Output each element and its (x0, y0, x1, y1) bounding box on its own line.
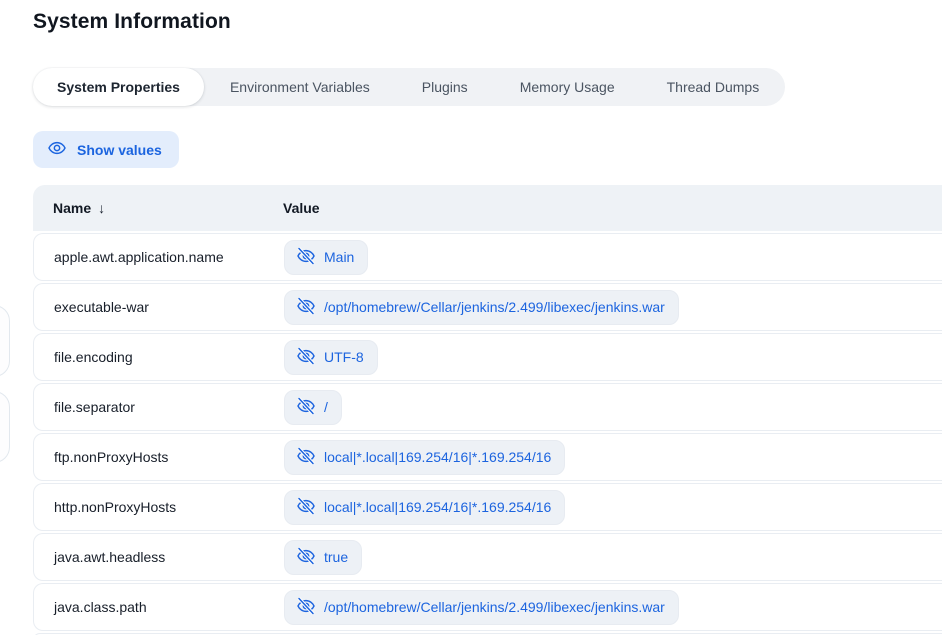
property-value: true (324, 549, 348, 565)
table-row: java.awt.headless true (33, 533, 942, 581)
system-properties-table: Name ↓ Value apple.awt.application.name … (33, 185, 942, 635)
hidden-value-reveal-button[interactable]: local|*.local|169.254/16|*.169.254/16 (284, 440, 565, 475)
tab-plugins[interactable]: Plugins (396, 68, 494, 106)
hidden-value-reveal-button[interactable]: true (284, 540, 362, 575)
property-name: java.awt.headless (34, 549, 284, 565)
tab-environment-variables[interactable]: Environment Variables (204, 68, 396, 106)
property-name: executable-war (34, 299, 284, 315)
hidden-value-reveal-button[interactable]: /opt/homebrew/Cellar/jenkins/2.499/libex… (284, 290, 679, 325)
table-row: java.class.path /opt/homebrew/Cellar/jen… (33, 583, 942, 631)
property-value: local|*.local|169.254/16|*.169.254/16 (324, 499, 551, 515)
left-edge-panel-fragment (0, 305, 10, 377)
table-row: file.encoding UTF-8 (33, 333, 942, 381)
column-header-value[interactable]: Value (283, 200, 320, 216)
property-value: / (324, 399, 328, 415)
system-information-page: System Information System PropertiesEnvi… (0, 0, 942, 635)
eye-off-icon (296, 296, 316, 319)
show-values-label: Show values (77, 142, 162, 158)
property-value: Main (324, 249, 354, 265)
hidden-value-reveal-button[interactable]: /opt/homebrew/Cellar/jenkins/2.499/libex… (284, 590, 679, 625)
hidden-value-reveal-button[interactable]: UTF-8 (284, 340, 378, 375)
left-edge-panel-fragment (0, 391, 10, 463)
hidden-value-reveal-button[interactable]: local|*.local|169.254/16|*.169.254/16 (284, 490, 565, 525)
property-value: local|*.local|169.254/16|*.169.254/16 (324, 449, 551, 465)
property-value: /opt/homebrew/Cellar/jenkins/2.499/libex… (324, 599, 665, 615)
property-value: /opt/homebrew/Cellar/jenkins/2.499/libex… (324, 299, 665, 315)
table-row: executable-war /opt/homebrew/Cellar/jenk… (33, 283, 942, 331)
table-body: apple.awt.application.name Main executab… (33, 231, 942, 635)
table-row: file.separator / (33, 383, 942, 431)
property-name: http.nonProxyHosts (34, 499, 284, 515)
eye-off-icon (296, 596, 316, 619)
property-name: java.class.path (34, 599, 284, 615)
sort-descending-icon: ↓ (98, 200, 105, 216)
eye-off-icon (296, 246, 316, 269)
hidden-value-reveal-button[interactable]: / (284, 390, 342, 425)
column-value-label: Value (283, 200, 320, 216)
column-header-name[interactable]: Name ↓ (33, 200, 283, 216)
property-name: file.encoding (34, 349, 284, 365)
tab-bar: System PropertiesEnvironment VariablesPl… (33, 68, 785, 106)
hidden-value-reveal-button[interactable]: Main (284, 240, 368, 275)
property-name: file.separator (34, 399, 284, 415)
table-row: apple.awt.application.name Main (33, 233, 942, 281)
eye-icon (47, 138, 67, 161)
eye-off-icon (296, 346, 316, 369)
table-row: ftp.nonProxyHosts local|*.local|169.254/… (33, 433, 942, 481)
property-value: UTF-8 (324, 349, 364, 365)
table-row: http.nonProxyHosts local|*.local|169.254… (33, 483, 942, 531)
table-header-row: Name ↓ Value (33, 185, 942, 231)
eye-off-icon (296, 546, 316, 569)
eye-off-icon (296, 396, 316, 419)
tab-system-properties[interactable]: System Properties (33, 68, 204, 106)
property-name: ftp.nonProxyHosts (34, 449, 284, 465)
eye-off-icon (296, 496, 316, 519)
column-name-label: Name (53, 200, 91, 216)
page-title: System Information (33, 10, 231, 34)
tab-memory-usage[interactable]: Memory Usage (494, 68, 641, 106)
property-name: apple.awt.application.name (34, 249, 284, 265)
eye-off-icon (296, 446, 316, 469)
tab-thread-dumps[interactable]: Thread Dumps (641, 68, 786, 106)
show-values-button[interactable]: Show values (33, 131, 179, 168)
